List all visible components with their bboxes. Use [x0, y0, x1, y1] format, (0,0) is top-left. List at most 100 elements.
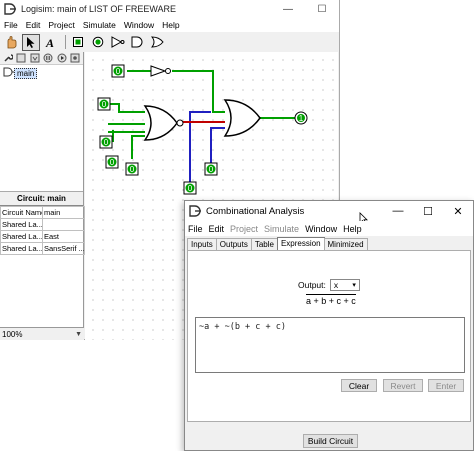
circuit-add-icon[interactable] — [16, 53, 28, 64]
clear-button[interactable]: Clear — [341, 379, 377, 392]
attribute-row: Shared La... — [0, 218, 85, 231]
attribute-value[interactable]: East — [42, 230, 85, 243]
enter-button[interactable]: Enter — [428, 379, 464, 392]
move-down-icon[interactable] — [29, 53, 41, 64]
ca-menu-help[interactable]: Help — [340, 224, 365, 234]
pin-value: 0 — [116, 67, 121, 76]
wires-high — [108, 70, 295, 159]
explorer-panel: main Circuit: main Circuit Name main Sha… — [0, 52, 85, 340]
output-select[interactable]: x ▾ — [329, 279, 360, 291]
tab-minimized[interactable]: Minimized — [323, 238, 368, 250]
menu-simulate[interactable]: Simulate — [79, 20, 120, 30]
main-titlebar[interactable]: Logisim: main of LIST OF FREEWARE — ☐ — [0, 0, 339, 18]
tab-outputs[interactable]: Outputs — [215, 238, 252, 250]
logisim-logo-icon — [188, 204, 202, 218]
expression-text: ~a + ~(b + c + c) — [199, 322, 286, 332]
input-pin[interactable]: 0 — [125, 162, 139, 176]
attribute-key: Circuit Name — [0, 206, 43, 219]
ca-menu-window[interactable]: Window — [302, 224, 340, 234]
pin-value: 0 — [130, 165, 135, 174]
ca-menu-file[interactable]: File — [185, 224, 206, 234]
tab-inputs[interactable]: Inputs — [187, 238, 217, 250]
ca-tab-bar: Inputs Outputs Table Expression Minimize… — [187, 237, 368, 250]
tab-table[interactable]: Table — [250, 238, 278, 250]
step-sim-icon[interactable] — [56, 53, 68, 64]
settings-sim-icon[interactable] — [70, 53, 82, 64]
menu-help[interactable]: Help — [158, 20, 183, 30]
pin-value: 1 — [299, 114, 304, 123]
revert-button[interactable]: Revert — [383, 379, 423, 392]
ca-maximize-button[interactable]: ☐ — [413, 201, 443, 221]
tree-item-main[interactable]: main — [2, 67, 81, 79]
or-gate-tool-icon[interactable] — [149, 34, 167, 51]
pause-sim-icon[interactable] — [43, 53, 55, 64]
zoom-dropdown-icon[interactable]: ▼ — [75, 331, 82, 338]
pin-value: 0 — [110, 158, 115, 167]
input-pin[interactable]: 0 — [99, 135, 113, 149]
not-gate-tool-icon[interactable] — [109, 34, 127, 51]
input-pin[interactable]: 0 — [204, 162, 218, 176]
menu-window[interactable]: Window — [120, 20, 158, 30]
output-select-value: x — [333, 280, 339, 290]
tab-expression[interactable]: Expression — [276, 237, 325, 250]
menu-edit[interactable]: Edit — [22, 20, 45, 30]
attribute-key: Shared La... — [0, 218, 43, 231]
output-pin[interactable]: 1 — [294, 111, 308, 125]
pin-value: 0 — [188, 184, 193, 193]
input-pin[interactable]: 0 — [111, 64, 125, 78]
attribute-value[interactable] — [42, 218, 85, 231]
or-gate[interactable] — [223, 99, 261, 137]
wrench-icon[interactable] — [2, 53, 14, 64]
build-circuit-button[interactable]: Build Circuit — [303, 434, 358, 448]
pin-output-tool-icon[interactable] — [89, 34, 107, 51]
output-label: Output: — [298, 280, 326, 290]
output-selector-row: Output: x ▾ — [298, 279, 360, 291]
ca-minimize-button[interactable]: — — [383, 201, 413, 221]
attribute-key: Shared La... — [0, 230, 43, 243]
input-pin[interactable]: 0 — [183, 181, 197, 195]
logisim-logo-icon — [3, 2, 17, 16]
pin-value: 0 — [209, 165, 214, 174]
menu-project[interactable]: Project — [44, 20, 78, 30]
attribute-table: Circuit Name main Shared La... Shared La… — [0, 206, 85, 255]
attribute-value[interactable]: main — [42, 206, 85, 219]
input-pin[interactable]: 0 — [105, 155, 119, 169]
pin-value: 0 — [104, 138, 109, 147]
explorer-toolbar — [0, 52, 83, 65]
ca-menu-edit[interactable]: Edit — [206, 224, 228, 234]
menu-file[interactable]: File — [0, 20, 22, 30]
ca-menu-project[interactable]: Project — [227, 224, 261, 234]
ca-menu-simulate[interactable]: Simulate — [261, 224, 302, 234]
pin-input-tool-icon[interactable] — [69, 34, 87, 51]
nor-gate[interactable] — [143, 105, 184, 141]
poke-tool-icon[interactable] — [2, 34, 20, 51]
attribute-row: Circuit Name main — [0, 206, 85, 219]
main-toolbar: A — [0, 32, 339, 52]
ca-titlebar[interactable]: Combinational Analysis — ☐ ✕ — [185, 201, 473, 225]
attribute-value[interactable]: SansSerif ... — [42, 242, 85, 255]
svg-text:A: A — [45, 36, 54, 49]
attribute-key: Shared La... — [0, 242, 43, 255]
tree-item-label: main — [14, 67, 38, 79]
toolbar-separator — [65, 35, 66, 49]
circuit-icon — [2, 67, 14, 79]
minimize-button[interactable]: — — [271, 0, 305, 18]
maximize-button[interactable]: ☐ — [305, 0, 339, 18]
ca-close-button[interactable]: ✕ — [443, 201, 473, 221]
not-gate[interactable] — [150, 65, 171, 77]
attribute-table-header: Circuit: main — [0, 192, 83, 206]
attribute-row: Shared La... East — [0, 230, 85, 243]
pin-value: 0 — [102, 100, 107, 109]
main-menubar: File Edit Project Simulate Window Help — [0, 18, 339, 32]
ca-window-title: Combinational Analysis — [206, 205, 305, 217]
text-tool-icon[interactable]: A — [42, 34, 60, 51]
project-tree: main — [0, 65, 83, 192]
combinational-analysis-window: Combinational Analysis — ☐ ✕ File Edit P… — [184, 200, 474, 451]
expression-panel: Output: x ▾ a + b + c + c ~a + ~(b + c +… — [187, 250, 471, 422]
zoom-level[interactable]: 100% — [2, 330, 22, 339]
input-pin[interactable]: 0 — [97, 97, 111, 111]
expression-input[interactable]: ~a + ~(b + c + c) — [195, 317, 465, 373]
attribute-row: Shared La... SansSerif ... — [0, 242, 85, 255]
and-gate-tool-icon[interactable] — [129, 34, 147, 51]
select-tool-icon[interactable] — [22, 33, 40, 51]
